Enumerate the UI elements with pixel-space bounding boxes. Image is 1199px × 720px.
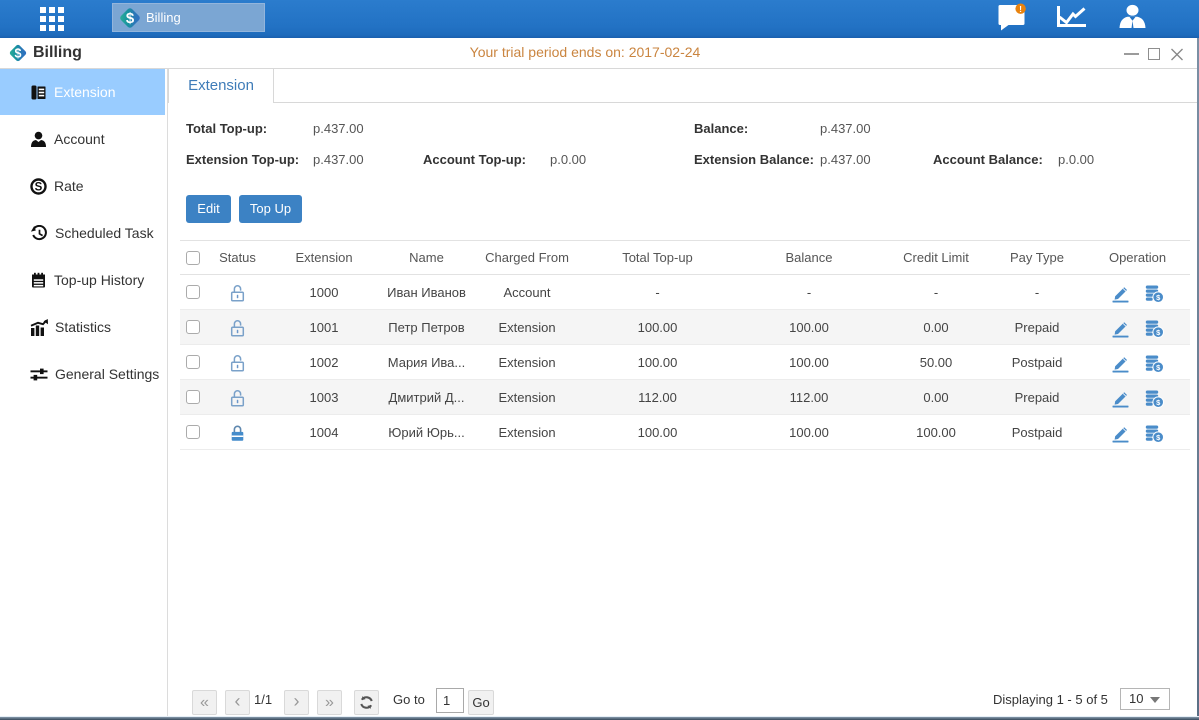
- svg-text:!: !: [1019, 4, 1022, 14]
- svg-text:$: $: [15, 46, 22, 60]
- svg-text:S: S: [35, 181, 43, 193]
- svg-text:$: $: [126, 10, 135, 27]
